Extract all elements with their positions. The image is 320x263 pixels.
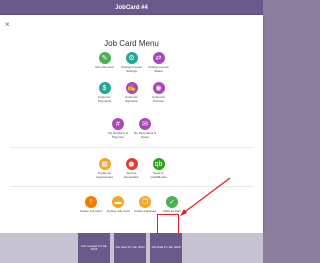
status-job-sent: Job Sent Fri Jan 2023 — [114, 233, 146, 263]
annotation-arrow — [180, 177, 231, 216]
status-job-created: Job Created Fri Jan 2023 — [78, 233, 110, 263]
status-job-paid: Job Paid Fri Jan 2023 — [150, 233, 182, 263]
